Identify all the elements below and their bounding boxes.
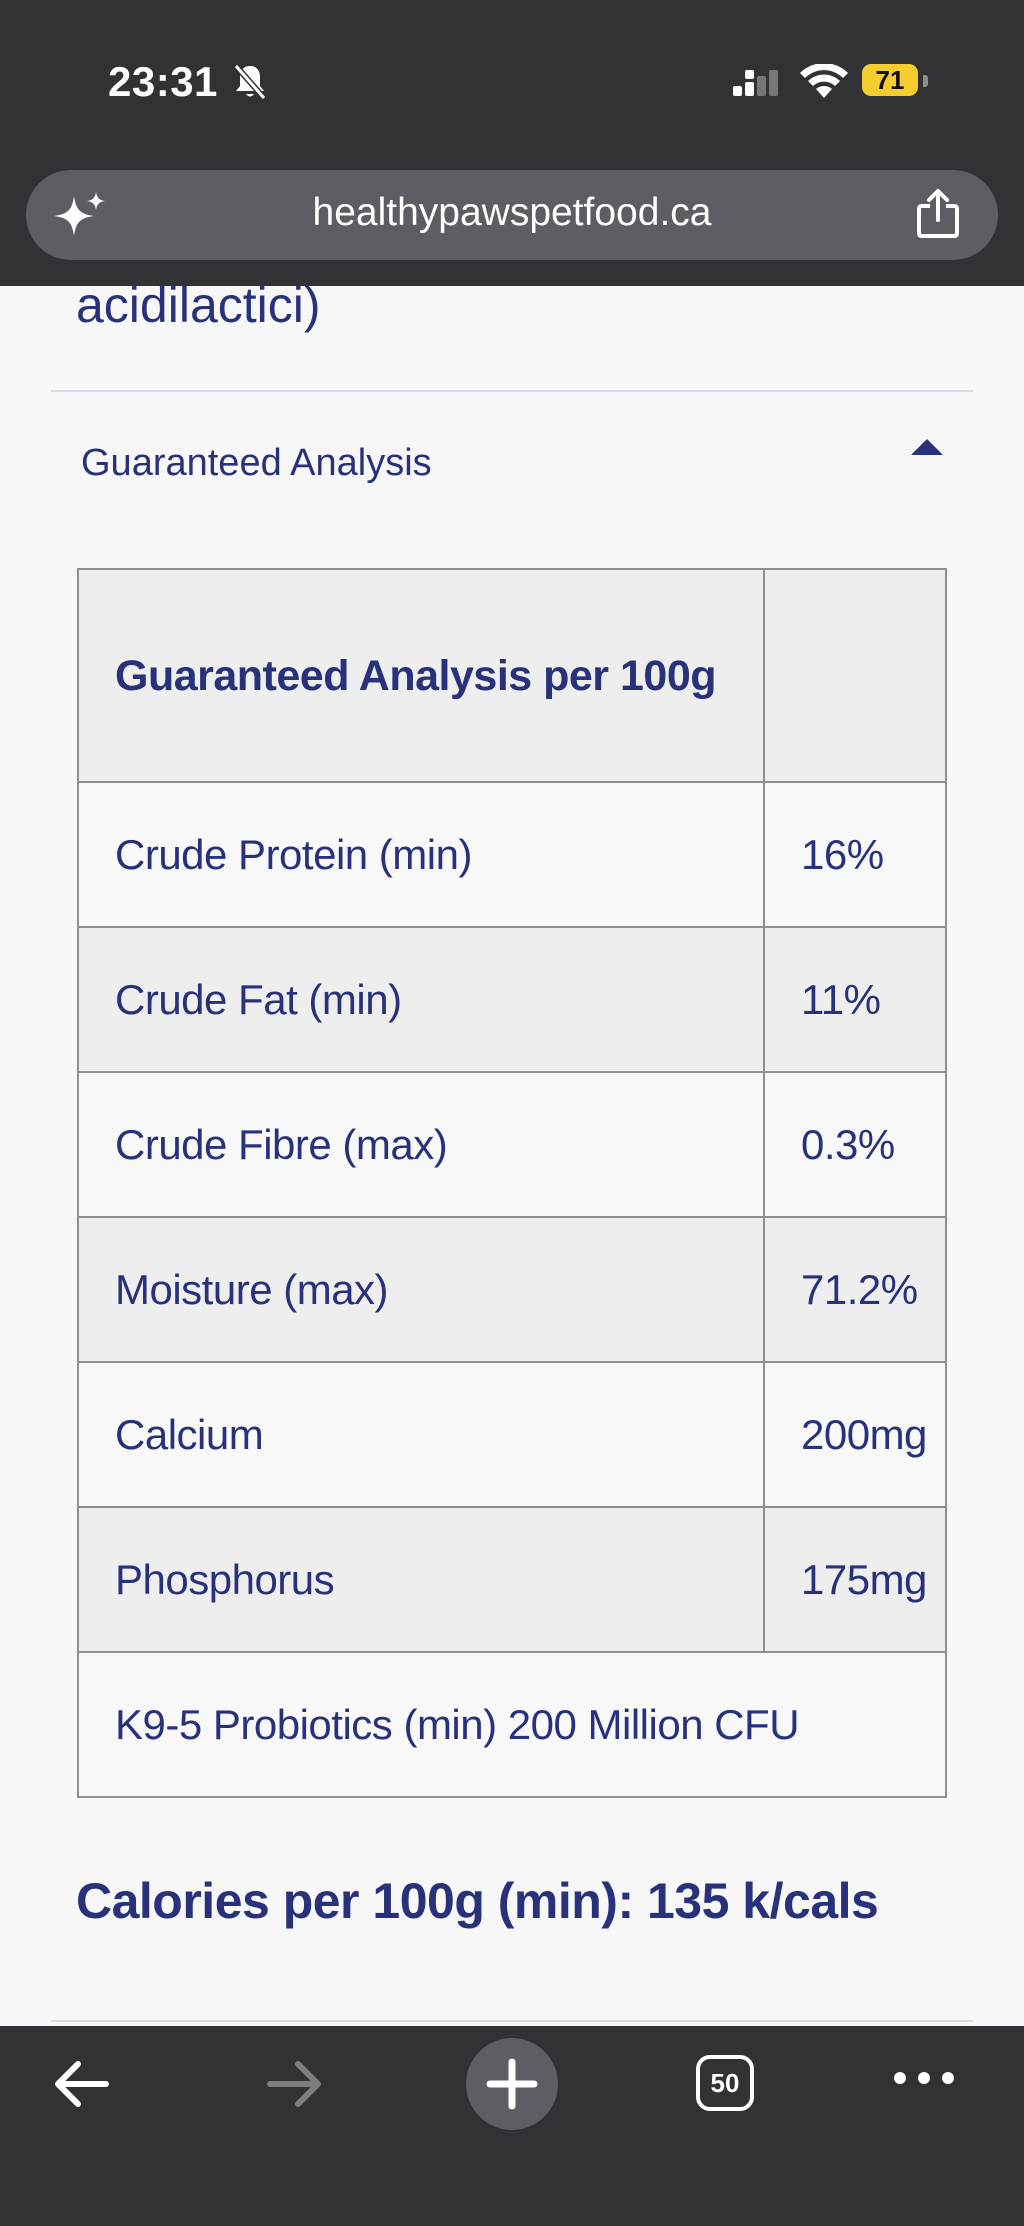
battery-level: 71 (875, 65, 905, 95)
new-tab-button[interactable] (466, 2038, 558, 2130)
previous-section-text: acidilactici) (76, 286, 321, 333)
plus-icon (486, 2058, 538, 2110)
nutrient-label: Calcium (77, 1361, 765, 1508)
nutrient-value: 11% (763, 926, 947, 1073)
forward-arrow-icon[interactable] (264, 2056, 326, 2112)
table-row: Moisture (max) 71.2% (77, 1216, 947, 1363)
accordion-title-guaranteed-analysis[interactable]: Guaranteed Analysis (81, 442, 432, 485)
table-row: Phosphorus 175mg (77, 1506, 947, 1653)
table-row: Crude Fat (min) 11% (77, 926, 947, 1073)
share-icon[interactable] (916, 188, 960, 240)
nutrient-label: Crude Fibre (max) (77, 1071, 765, 1218)
more-options-icon[interactable] (892, 2068, 956, 2088)
cellular-signal-icon (733, 70, 778, 96)
nutrient-label: Phosphorus (77, 1506, 765, 1653)
url-text[interactable]: healthypawspetfood.ca (0, 188, 1024, 238)
page-content: acidilactici) Guaranteed Analysis Guaran… (0, 286, 1024, 2026)
caret-up-icon[interactable] (910, 436, 944, 458)
back-arrow-icon[interactable] (50, 2056, 112, 2112)
probiotics-note: K9-5 Probiotics (min) 200 Million CFU (77, 1651, 947, 1798)
guaranteed-analysis-table: Guaranteed Analysis per 100g Crude Prote… (77, 568, 947, 1798)
nutrient-label: Crude Fat (min) (77, 926, 765, 1073)
calories-text: Calories per 100g (min): 135 k/cals (76, 1873, 879, 1929)
table-header-empty-cell (763, 568, 947, 783)
table-row: Crude Fibre (max) 0.3% (77, 1071, 947, 1218)
status-time: 23:31 (108, 58, 218, 105)
tab-count-button[interactable]: 50 (696, 2055, 754, 2111)
table-header-row: Guaranteed Analysis per 100g (77, 568, 947, 783)
nutrient-value: 0.3% (763, 1071, 947, 1218)
section-divider (51, 390, 973, 392)
table-footer-row: K9-5 Probiotics (min) 200 Million CFU (77, 1651, 947, 1798)
silent-bell-icon (233, 64, 267, 100)
nutrient-value: 200mg (763, 1361, 947, 1508)
nutrient-label: Moisture (max) (77, 1216, 765, 1363)
nutrient-value: 175mg (763, 1506, 947, 1653)
nutrient-label: Crude Protein (min) (77, 781, 765, 928)
table-row: Calcium 200mg (77, 1361, 947, 1508)
wifi-icon (800, 64, 848, 98)
table-header-cell: Guaranteed Analysis per 100g (77, 568, 765, 783)
nutrient-value: 16% (763, 781, 947, 928)
battery-tip (923, 75, 928, 87)
section-divider (51, 2020, 973, 2022)
nutrient-value: 71.2% (763, 1216, 947, 1363)
table-row: Crude Protein (min) 16% (77, 781, 947, 928)
